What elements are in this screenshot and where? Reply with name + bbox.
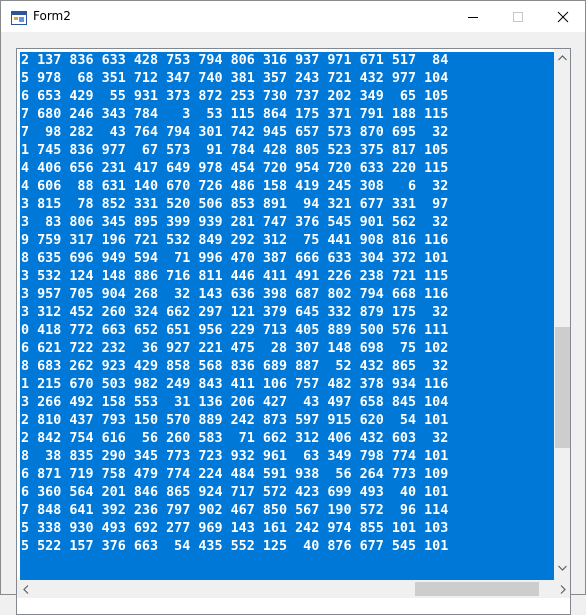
- list-item[interactable]: 5 978 68 351 712 347 740 381 357 243 721…: [20, 70, 554, 88]
- number-listbox[interactable]: 2 137 836 633 428 753 794 806 316 937 97…: [16, 48, 571, 615]
- chevron-down-icon: [558, 565, 567, 571]
- form-app-icon: [11, 10, 27, 25]
- horizontal-scroll-thumb[interactable]: [415, 582, 539, 596]
- list-item[interactable]: 2 810 437 793 150 570 889 242 873 597 91…: [20, 412, 554, 430]
- client-area: 2 137 836 633 428 753 794 806 316 937 97…: [1, 32, 585, 615]
- list-item[interactable]: 4 606 88 631 140 670 726 486 158 419 245…: [20, 178, 554, 196]
- list-item[interactable]: 8 683 262 923 429 858 568 836 689 887 52…: [20, 358, 554, 376]
- minimize-icon: [468, 16, 478, 18]
- list-item[interactable]: 9 759 317 196 721 532 849 292 312 75 441…: [20, 232, 554, 250]
- close-button[interactable]: [540, 1, 586, 32]
- vertical-scrollbar[interactable]: [554, 49, 570, 598]
- scroll-left-button[interactable]: [17, 580, 34, 598]
- list-item[interactable]: 6 653 429 55 931 373 872 253 730 737 202…: [20, 88, 554, 106]
- list-item[interactable]: 3 957 705 904 268 32 143 636 398 687 802…: [20, 286, 554, 304]
- maximize-icon: [513, 11, 523, 22]
- list-item[interactable]: 6 621 722 232 36 927 221 475 28 307 148 …: [20, 340, 554, 358]
- list-items[interactable]: 2 137 836 633 428 753 794 806 316 937 97…: [20, 52, 554, 583]
- list-item[interactable]: 3 83 806 345 895 399 939 281 747 376 545…: [20, 214, 554, 232]
- scroll-up-button[interactable]: [554, 49, 570, 66]
- list-item[interactable]: 2 137 836 633 428 753 794 806 316 937 97…: [20, 52, 554, 70]
- scroll-right-button[interactable]: [554, 580, 570, 598]
- close-icon: [557, 11, 569, 22]
- chevron-up-icon: [558, 54, 567, 60]
- list-item[interactable]: 3 312 452 260 324 662 297 121 379 645 33…: [20, 304, 554, 322]
- scroll-down-button[interactable]: [554, 559, 570, 576]
- list-item[interactable]: 7 848 641 392 236 797 902 467 850 567 19…: [20, 502, 554, 520]
- list-item[interactable]: 5 338 930 493 692 277 969 143 161 242 97…: [20, 520, 554, 538]
- list-item[interactable]: 8 38 835 290 345 773 723 932 961 63 349 …: [20, 448, 554, 466]
- scrollbar-corner: [554, 580, 570, 598]
- minimize-button[interactable]: [450, 1, 496, 32]
- list-item[interactable]: 8 635 696 949 594 71 996 470 387 666 633…: [20, 250, 554, 268]
- chevron-left-icon: [22, 584, 28, 594]
- list-item[interactable]: 6 360 564 201 846 865 924 717 572 423 69…: [20, 484, 554, 502]
- list-item[interactable]: 3 532 124 148 886 716 811 446 411 491 22…: [20, 268, 554, 286]
- list-item[interactable]: 6 871 719 758 479 774 224 484 591 938 56…: [20, 466, 554, 484]
- list-item[interactable]: 5 522 157 376 663 54 435 552 125 40 876 …: [20, 538, 554, 556]
- list-item[interactable]: 2 842 754 616 56 260 583 71 662 312 406 …: [20, 430, 554, 448]
- form-window: Form2 2 137 836 633 428 753 794 806 316 …: [0, 0, 586, 615]
- list-item[interactable]: 4 406 656 231 417 649 978 454 720 954 72…: [20, 160, 554, 178]
- list-item[interactable]: 7 680 246 343 784 3 53 115 864 175 371 7…: [20, 106, 554, 124]
- maximize-button: [495, 1, 541, 32]
- title-bar[interactable]: Form2: [1, 1, 585, 32]
- list-item[interactable]: 1 215 670 503 982 249 843 411 106 757 48…: [20, 376, 554, 394]
- horizontal-scrollbar[interactable]: [17, 580, 554, 598]
- list-item[interactable]: 0 418 772 663 652 651 956 229 713 405 88…: [20, 322, 554, 340]
- list-item[interactable]: 3 266 492 158 553 31 136 206 427 43 497 …: [20, 394, 554, 412]
- window-title: Form2: [33, 9, 71, 23]
- vertical-scroll-thumb[interactable]: [555, 327, 570, 448]
- list-item[interactable]: 3 815 78 852 331 520 506 853 891 94 321 …: [20, 196, 554, 214]
- list-item[interactable]: 1 745 836 977 67 573 91 784 428 805 523 …: [20, 142, 554, 160]
- list-item[interactable]: 7 98 282 43 764 794 301 742 945 657 573 …: [20, 124, 554, 142]
- chevron-right-icon: [560, 584, 566, 594]
